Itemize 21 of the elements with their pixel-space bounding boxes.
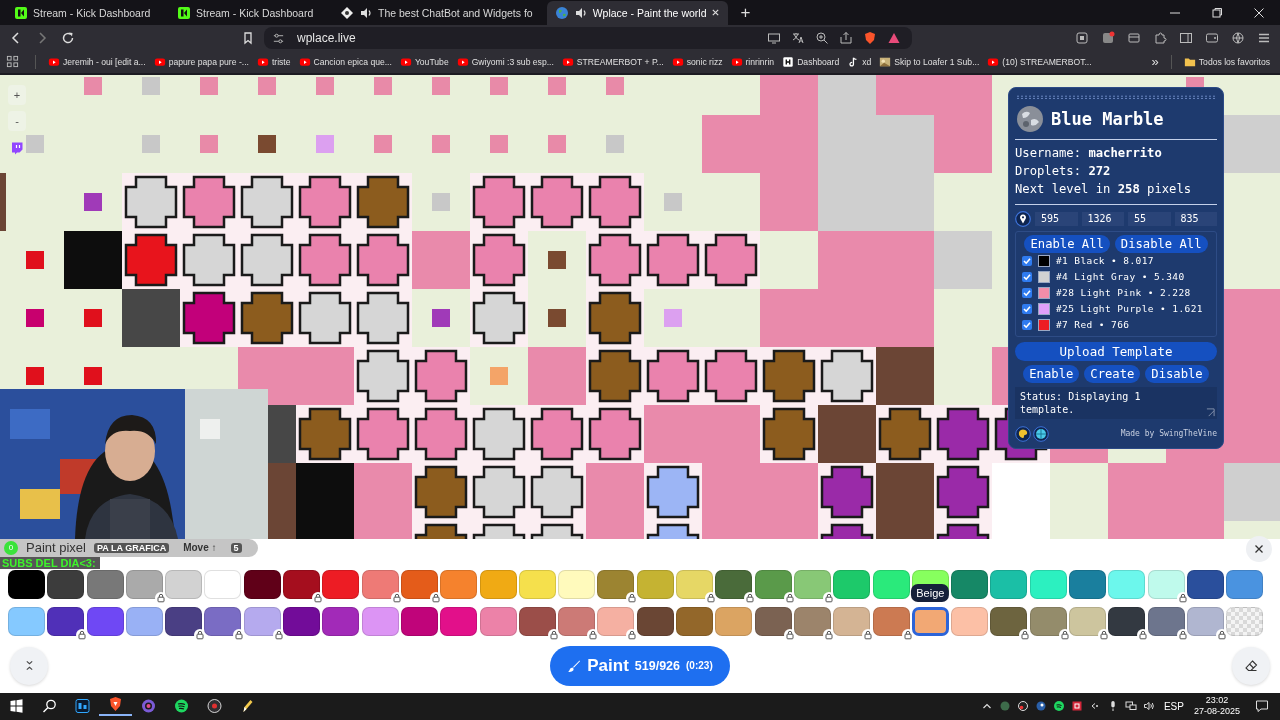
template-color-label: #7 Red • 766: [1056, 319, 1130, 331]
stat-line: Next level in 258 pixels: [1015, 180, 1193, 198]
move-label: Move ↑: [183, 542, 217, 554]
subs-banner-text: SUBS DEL DIA<3:: [2, 556, 96, 569]
template-color-label: #1 Black • 8.017: [1056, 255, 1154, 267]
goal-count: 5: [230, 542, 242, 553]
tab-title: Stream - Kick Dashboard: [196, 6, 315, 19]
credit-text: Made by SwingTheVine: [1120, 429, 1217, 439]
paint-pixel-label: Paint pixel: [26, 540, 86, 556]
stat-line: Username: macherrito: [1015, 144, 1163, 162]
template-color-label: #25 Light Purple • 1.621: [1056, 303, 1203, 315]
counter-badge: 0: [4, 540, 18, 555]
template-color-label: #4 Light Gray • 5.340: [1056, 271, 1185, 283]
status-text: Status: Displaying 1 template.: [1020, 389, 1142, 416]
goal-label: PA LA GRAFICA: [94, 542, 170, 553]
stat-line: Droplets: 272: [1015, 162, 1112, 180]
panel-title: Blue Marble: [1051, 109, 1164, 130]
tab-title: The best ChatBot and Widgets fo: [378, 6, 533, 19]
tab-title: Wplace - Paint the world: [592, 6, 707, 19]
template-color-label: #28 Light Pink • 2.228: [1056, 287, 1191, 299]
tab-title: Stream - Kick Dashboard: [33, 6, 152, 19]
